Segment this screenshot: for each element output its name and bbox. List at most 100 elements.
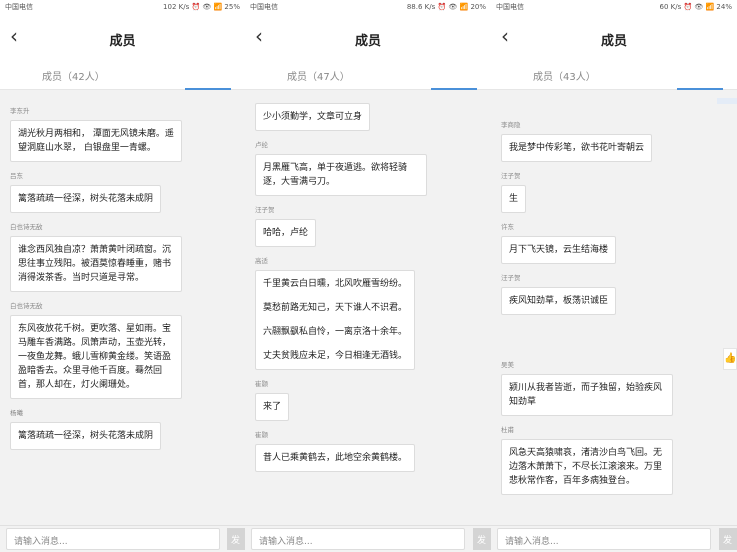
status-bar: 中国电信 60 K/s ⏰ 👁 📶 24% (491, 0, 737, 14)
message-sender: 吕东 (10, 172, 23, 180)
message-bubble[interactable]: 少小须勤学，文章可立身 (255, 103, 371, 131)
message-input[interactable]: 请输入消息... (251, 528, 465, 550)
page-title: 成员 (354, 34, 381, 49)
input-bar: 请输入消息... 发 (0, 525, 245, 552)
message-bubble[interactable]: 生 (501, 185, 527, 213)
message-input[interactable]: 请输入消息... (6, 528, 220, 550)
input-bar: 请输入消息... 发 (245, 525, 491, 552)
chat-message: 汪子贺 生 (501, 170, 727, 213)
message-text: 千里黄云白日曛，北风吹雁雪纷纷。 (263, 279, 408, 289)
top-bar: ‹ 成员 (245, 14, 491, 62)
top-bar: ‹ 成员 (0, 14, 245, 62)
message-text: 少小须勤学，文章可立身 (263, 112, 363, 122)
message-text: 莫愁前路无知己，天下谁人不识君。 (263, 303, 408, 313)
message-bubble[interactable]: 谁念西风独自凉？萧萧黄叶闭疏窗。沉思往事立残阳。被酒莫惊春睡重，赌书消得泼茶香。… (10, 236, 182, 292)
chat-message-list[interactable]: 李东升 湖光秋月两相和， 潭面无风镜未磨。遥望洞庭山水翠， 白银盘里一青螺。 吕… (0, 91, 245, 525)
chat-screen-2: 中国电信 88.6 K/s ⏰ 👁 📶 20% ‹ 成员 成员（47人） 聊天 … (245, 0, 491, 552)
message-sender: 杨曦 (10, 409, 23, 417)
message-sender: 崔颢 (255, 380, 268, 388)
message-text: 谁念西风独自凉？萧萧黄叶闭疏窗。沉思往事立残阳。被酒莫惊春睡重，赌书消得泼茶香。… (18, 245, 172, 283)
chat-message: 崔颢 来了 (255, 378, 481, 421)
message-bubble[interactable]: 颍川从我者皆逝，而子独留，始验疾风知劲草 (501, 374, 673, 416)
chat-screen-1: 中国电信 102 K/s ⏰ 👁 📶 25% ‹ 成员 成员（42人） 聊天 李… (0, 0, 245, 552)
message-bubble[interactable]: 东风夜放花千树。更吹落、星如雨。宝马雕车香满路。凤箫声动，玉壶光转，一夜鱼龙舞。… (10, 315, 182, 399)
message-sender: 汪子贺 (255, 206, 275, 214)
message-bubble[interactable]: 昔人已乘黄鹤去，此地空余黄鹤楼。 (255, 444, 416, 472)
message-text: 湖光秋月两相和， 潭面无风镜未磨。遥望洞庭山水翠， 白银盘里一青螺。 (18, 129, 174, 153)
message-bubble[interactable]: 篱落疏疏一径深，树头花落未成阴 (10, 185, 162, 213)
chat-message: 杜甫 风急天高猿啸哀，渚清沙白鸟飞回。无边落木萧萧下，不尽长江滚滚来。万里悲秋常… (501, 424, 727, 495)
message-bubble[interactable]: 我是梦中传彩笔，欲书花叶寄朝云 (501, 134, 653, 162)
message-text: 昔人已乘黄鹤去，此地空余黄鹤楼。 (263, 453, 408, 463)
chat-message: 白也诗无敌 谁念西风独自凉？萧萧黄叶闭疏窗。沉思往事立残阳。被酒莫惊春睡重，赌书… (10, 221, 235, 292)
tab-bar: 成员（47人） 聊天 (245, 62, 491, 90)
message-sender: 汪子贺 (501, 172, 521, 180)
send-button[interactable]: 发 (473, 528, 491, 550)
message-text: 哈哈，卢纶 (263, 228, 309, 238)
tab-bar: 成员（43人） 聊天 (491, 62, 737, 90)
send-button[interactable]: 发 (227, 528, 245, 550)
message-bubble[interactable]: 千里黄云白日曛，北风吹雁雪纷纷。 莫愁前路无知己，天下谁人不识君。 六翮飘飖私自… (255, 270, 416, 370)
message-bubble[interactable]: 来了 (255, 393, 290, 421)
carrier-label: 中国电信 (5, 3, 33, 11)
message-text: 颍川从我者皆逝，而子独留，始验疾风知劲草 (509, 383, 663, 407)
message-text: 东风夜放花千树。更吹落、星如雨。宝马雕车香满路。凤箫声动，玉壶光转，一夜鱼龙舞。… (18, 324, 172, 390)
message-sender: 杜甫 (501, 426, 514, 434)
chat-message: 汪子贺 疾风知劲草，板荡识诚臣 (501, 272, 727, 315)
message-text: 篱落疏疏一径深，树头花落未成阴 (18, 194, 154, 204)
status-indicators: 88.6 K/s ⏰ 👁 📶 20% (406, 3, 486, 11)
status-indicators: 60 K/s ⏰ 👁 📶 24% (659, 3, 732, 11)
carrier-label: 中国电信 (250, 3, 278, 11)
message-bubble[interactable]: 月黑雁飞高，单于夜遁逃。欲将轻骑逐，大雪满弓刀。 (255, 154, 427, 196)
message-text: 风急天高猿啸哀，渚清沙白鸟飞回。无边落木萧萧下，不尽长江滚滚来。万里悲秋常作客，… (509, 448, 663, 486)
message-sender: 卢纶 (255, 141, 268, 149)
message-text: 篱落疏疏一径深，树头花落未成阴 (18, 431, 154, 441)
thumbs-up-icon[interactable]: 👍 (723, 348, 737, 370)
message-input[interactable]: 请输入消息... (497, 528, 711, 550)
chat-message: 高适 千里黄云白日曛，北风吹雁雪纷纷。 莫愁前路无知己，天下谁人不识君。 六翮飘… (255, 255, 481, 370)
message-sender: 吴美 (501, 361, 514, 369)
chat-message: 卢纶 月黑雁飞高，单于夜遁逃。欲将轻骑逐，大雪满弓刀。 (255, 139, 481, 196)
active-tab-indicator (677, 88, 723, 90)
message-text: 月黑雁飞高，单于夜遁逃。欲将轻骑逐，大雪满弓刀。 (263, 163, 408, 187)
message-bubble[interactable]: 疾风知劲草，板荡识诚臣 (501, 287, 617, 315)
chat-screen-3: 中国电信 60 K/s ⏰ 👁 📶 24% ‹ 成员 成员（43人） 聊天 李商… (491, 0, 737, 552)
message-sender: 李商隐 (501, 121, 521, 129)
chat-message: 李商隐 我是梦中传彩笔，欲书花叶寄朝云 (501, 119, 727, 162)
message-text: 生 (509, 194, 519, 204)
message-bubble[interactable]: 风急天高猿啸哀，渚清沙白鸟飞回。无边落木萧萧下，不尽长江滚滚来。万里悲秋常作客，… (501, 439, 673, 495)
message-sender: 许东 (501, 223, 514, 231)
chat-message: 汪子贺 哈哈，卢纶 (255, 204, 481, 247)
carrier-label: 中国电信 (496, 3, 524, 11)
tab-bar: 成员（42人） 聊天 (0, 62, 245, 90)
active-tab-indicator (185, 88, 231, 90)
message-sender: 崔颢 (255, 431, 268, 439)
message-bubble[interactable]: 月下飞天镜，云生结海楼 (501, 236, 617, 264)
message-text: 六翮飘飖私自怜，一离京洛十余年。 (263, 327, 408, 337)
status-bar: 中国电信 88.6 K/s ⏰ 👁 📶 20% (245, 0, 491, 14)
send-button[interactable]: 发 (719, 528, 737, 550)
message-sender: 白也诗无敌 (10, 223, 43, 231)
tab-members[interactable]: 成员（47人） (287, 68, 350, 83)
top-bar: ‹ 成员 (491, 14, 737, 62)
tab-members[interactable]: 成员（42人） (42, 68, 105, 83)
chat-message: 崔颢 昔人已乘黄鹤去，此地空余黄鹤楼。 (255, 429, 481, 472)
input-bar: 请输入消息... 发 (491, 525, 737, 552)
tab-members[interactable]: 成员（43人） (533, 68, 596, 83)
status-indicators: 102 K/s ⏰ 👁 📶 25% (163, 3, 240, 11)
active-tab-indicator (431, 88, 477, 90)
message-sender: 白也诗无敌 (10, 302, 43, 310)
chat-message: 少小须勤学，文章可立身 (255, 103, 481, 131)
chat-message-list[interactable]: 少小须勤学，文章可立身 卢纶 月黑雁飞高，单于夜遁逃。欲将轻骑逐，大雪满弓刀。 … (245, 91, 491, 525)
message-bubble[interactable]: 哈哈，卢纶 (255, 219, 317, 247)
chat-message: 吴美 颍川从我者皆逝，而子独留，始验疾风知劲草 (501, 359, 727, 416)
message-bubble[interactable]: 篱落疏疏一径深，树头花落未成阴 (10, 422, 162, 450)
message-text: 我是梦中传彩笔，欲书花叶寄朝云 (509, 143, 645, 153)
chat-message-list[interactable]: 李商隐 我是梦中传彩笔，欲书花叶寄朝云 汪子贺 生 许东 月下飞天镜，云生结海楼… (491, 91, 737, 525)
status-bar: 中国电信 102 K/s ⏰ 👁 📶 25% (0, 0, 245, 14)
chat-message: 吕东 篱落疏疏一径深，树头花落未成阴 (10, 170, 235, 213)
message-bubble[interactable]: 湖光秋月两相和， 潭面无风镜未磨。遥望洞庭山水翠， 白银盘里一青螺。 (10, 120, 182, 162)
message-sender: 李东升 (10, 107, 30, 115)
message-text: 疾风知劲草，板荡识诚臣 (509, 296, 609, 306)
chat-message: 白也诗无敌 东风夜放花千树。更吹落、星如雨。宝马雕车香满路。凤箫声动，玉壶光转，… (10, 300, 235, 399)
